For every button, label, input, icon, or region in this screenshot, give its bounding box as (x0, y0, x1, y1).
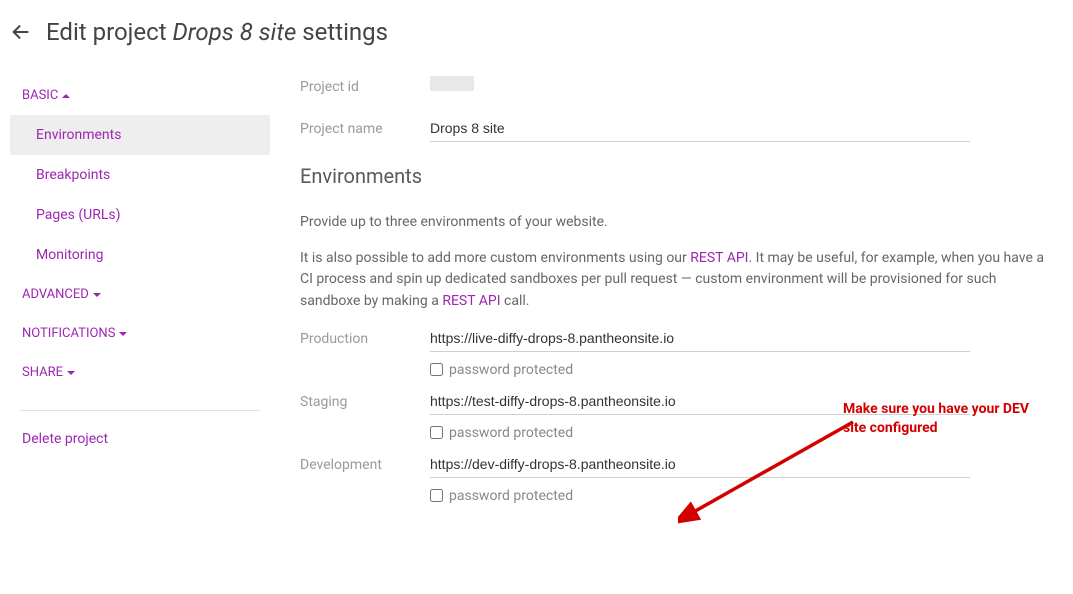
sidebar: BASIC Environments Breakpoints Pages (UR… (0, 66, 270, 536)
divider (20, 410, 260, 411)
rest-api-link-2[interactable]: REST API (442, 293, 500, 309)
caret-down-icon (119, 332, 127, 336)
environments-intro-2: It is also possible to add more custom e… (300, 248, 1053, 313)
sidebar-section-basic[interactable]: BASIC (10, 76, 270, 115)
sidebar-section-advanced[interactable]: ADVANCED (10, 275, 270, 314)
rest-api-link-1[interactable]: REST API (690, 250, 748, 266)
annotation-text: Make sure you have your DEV site configu… (843, 400, 1043, 438)
sidebar-item-pages[interactable]: Pages (URLs) (10, 195, 270, 235)
env-label-development: Development (300, 453, 430, 473)
environments-intro-1: Provide up to three environments of your… (300, 212, 1053, 234)
caret-down-icon (93, 293, 101, 297)
project-name-label: Project name (300, 121, 430, 137)
sidebar-item-breakpoints[interactable]: Breakpoints (10, 155, 270, 195)
env-block-production: Production password protected (300, 327, 1053, 378)
environments-heading: Environments (300, 164, 1053, 188)
delete-project-link[interactable]: Delete project (10, 417, 270, 461)
project-name-input[interactable] (430, 117, 970, 142)
env-block-development: Development password protected (300, 453, 1053, 504)
sidebar-section-notifications[interactable]: NOTIFICATIONS (10, 314, 270, 353)
env-url-input-production[interactable] (430, 327, 970, 352)
caret-down-icon (67, 371, 75, 375)
env-label-staging: Staging (300, 390, 430, 410)
sidebar-item-environments[interactable]: Environments (10, 115, 270, 155)
sidebar-section-share[interactable]: SHARE (10, 353, 270, 392)
env-label-production: Production (300, 327, 430, 347)
env-password-label: password protected (449, 362, 573, 378)
back-arrow-icon[interactable] (10, 21, 32, 43)
env-password-label: password protected (449, 488, 573, 504)
env-password-checkbox-production[interactable] (430, 363, 443, 376)
page-title: Edit project Drops 8 site settings (46, 18, 388, 46)
main-content: Project id Project name Environments Pro… (270, 66, 1073, 536)
project-id-label: Project id (300, 79, 430, 95)
page-header: Edit project Drops 8 site settings (0, 0, 1073, 56)
project-id-value (430, 76, 1053, 95)
sidebar-item-monitoring[interactable]: Monitoring (10, 235, 270, 275)
caret-up-icon (62, 94, 70, 98)
env-url-input-development[interactable] (430, 453, 970, 478)
env-password-checkbox-staging[interactable] (430, 426, 443, 439)
env-password-checkbox-development[interactable] (430, 489, 443, 502)
env-password-label: password protected (449, 425, 573, 441)
